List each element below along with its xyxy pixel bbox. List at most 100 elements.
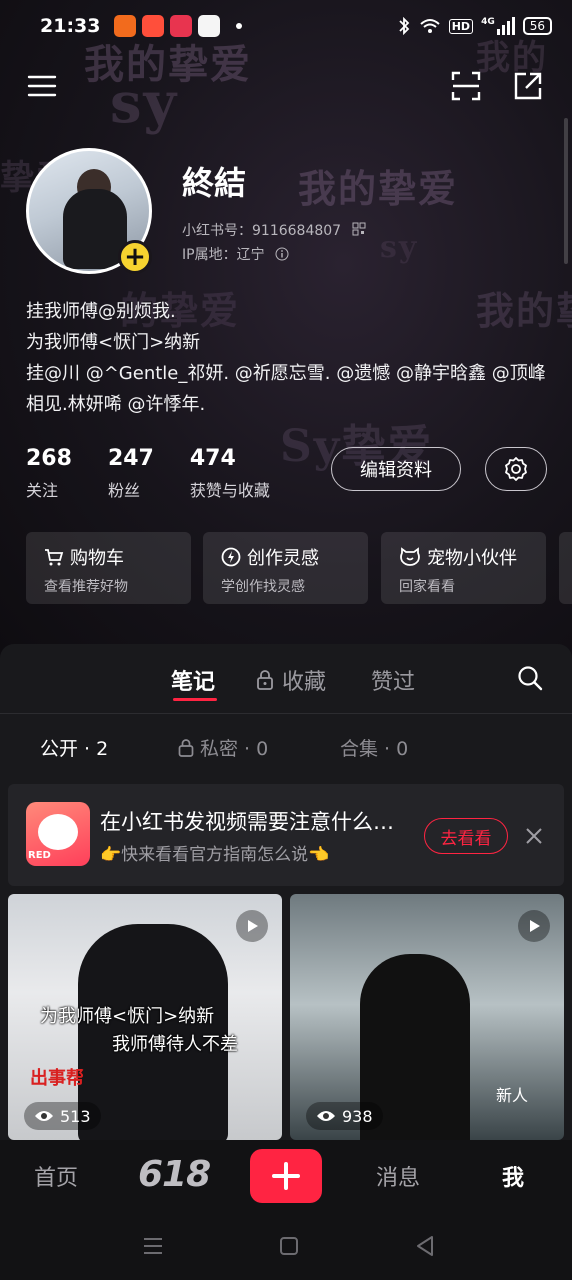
app-notification-icon [198, 15, 221, 37]
stat-likes-collects[interactable]: 474 获赞与收藏 [190, 446, 270, 501]
stat-label: 关注 [26, 481, 59, 500]
view-count: 513 [24, 1102, 101, 1130]
more-notifications-icon [236, 23, 243, 29]
tab-label: 收藏 [282, 670, 327, 695]
video-app-icon [170, 15, 193, 37]
nav-me[interactable]: 我 [502, 1160, 524, 1192]
create-post-button[interactable] [250, 1149, 322, 1203]
stat-label: 粉丝 [107, 481, 140, 500]
note-card[interactable]: 新人 938 [290, 894, 564, 1140]
system-nav-bar [0, 1212, 572, 1280]
lightning-icon [221, 547, 241, 567]
search-icon[interactable] [508, 656, 552, 700]
nav-messages[interactable]: 消息 [376, 1160, 420, 1192]
card-creative-inspiration[interactable]: 创作灵感 学创作找灵感 [203, 532, 368, 604]
ip-location-row: IP属地：辽宁 [182, 244, 289, 264]
post-caption: 新人 [496, 1086, 529, 1105]
stat-number: 474 [189, 446, 236, 471]
bio-line: 挂我师傅@别烦我. [26, 301, 176, 322]
card-title: 创作灵感 [247, 548, 319, 569]
bio-line: 挂@川 @^Gentle_祁妍. @祈愿忘雪. @遗憾 @静宇晗鑫 @顶峰相见.… [26, 363, 546, 415]
app-notification-icon [142, 15, 165, 37]
tab-collect[interactable]: 收藏 [256, 664, 326, 696]
hd-icon: HD [448, 18, 474, 34]
note-card[interactable]: 为我师傅<恹门>纳新 我师傅待人不差 出事帮 513 [8, 894, 282, 1140]
lock-icon [178, 739, 194, 757]
bio: 挂我师傅@别烦我. 为我师傅<恹门>纳新 挂@川 @^Gentle_祁妍. @祈… [26, 296, 556, 420]
nav-618-promo[interactable]: 618 [138, 1154, 211, 1195]
menu-icon[interactable] [20, 64, 64, 108]
add-story-icon[interactable]: + [118, 240, 152, 274]
gear-icon [505, 457, 527, 481]
edit-profile-button[interactable]: 编辑资料 [331, 447, 461, 491]
view-count: 938 [306, 1102, 383, 1130]
card-subtitle: 回家看看 [399, 579, 455, 595]
eye-icon [35, 1111, 53, 1121]
card-subtitle: 查看推荐好物 [44, 579, 128, 595]
guide-notice-banner[interactable]: RED 在小红书发视频需要注意什么… 👉快来看看官方指南怎么说👈 去看看 [8, 784, 564, 886]
username: 終結 [182, 164, 247, 202]
tab-notes[interactable]: 笔记 [171, 664, 215, 696]
user-id-row: 小红书号：9116684807 [182, 220, 366, 240]
post-caption: 我师傅待人不差 [112, 1034, 238, 1055]
back-icon[interactable] [403, 1224, 447, 1268]
status-bar: 21:33 HD 4G 56 [0, 0, 572, 52]
notice-thumbnail: RED [26, 802, 90, 866]
tab-liked[interactable]: 赞过 [371, 664, 415, 696]
background-watermark: 我的挚爱 [298, 166, 459, 211]
battery-icon: 56 [522, 17, 552, 35]
cart-icon [45, 549, 64, 566]
stats-row: 268 关注 247 粉丝 474 获赞与收藏 [26, 446, 306, 501]
scan-icon[interactable] [444, 64, 488, 108]
share-icon[interactable] [506, 64, 550, 108]
card-subtitle: 学创作找灵感 [221, 579, 305, 595]
post-caption: 为我师傅<恹门>纳新 [40, 1006, 215, 1027]
notice-thumb-label: RED [28, 850, 51, 861]
user-id: 小红书号：9116684807 [182, 223, 342, 239]
quick-cards: 购物车 查看推荐好物 创作灵感 学创作找灵感 宠物小伙伴 回家看看 [26, 532, 572, 606]
ip-location: IP属地：辽宁 [182, 247, 265, 263]
card-title: 宠物小伙伴 [427, 548, 517, 569]
content-panel: 笔记 收藏 赞过 公开 · 2 私密 · 0 合集 · 0 RED 在小红书发视… [0, 644, 572, 1144]
close-icon[interactable] [520, 822, 548, 850]
bluetooth-icon [399, 17, 409, 35]
visibility-filter: 公开 · 2 私密 · 0 合集 · 0 [0, 716, 572, 776]
app-notification-icon [114, 15, 137, 37]
pet-icon [400, 547, 420, 566]
stat-following[interactable]: 268 关注 [26, 446, 72, 501]
lock-icon [257, 670, 273, 690]
recent-apps-icon[interactable] [131, 1224, 175, 1268]
bottom-nav: 首页 618 消息 我 [0, 1140, 572, 1212]
filter-public[interactable]: 公开 · 2 [40, 734, 108, 761]
background-watermark: sy [380, 230, 419, 265]
qr-code-icon[interactable] [352, 222, 366, 236]
plus-icon [272, 1162, 300, 1190]
home-icon[interactable] [267, 1224, 311, 1268]
stat-label: 获赞与收藏 [189, 481, 270, 500]
settings-button[interactable] [485, 447, 547, 491]
card-pet-buddy[interactable]: 宠物小伙伴 回家看看 [381, 532, 546, 604]
stat-number: 247 [107, 446, 154, 471]
card-shopping-cart[interactable]: 购物车 查看推荐好物 [26, 532, 191, 604]
notice-subtitle: 👉快来看看官方指南怎么说👈 [100, 845, 330, 865]
stat-followers[interactable]: 247 粉丝 [108, 446, 154, 501]
nav-home[interactable]: 首页 [34, 1160, 78, 1192]
card-title: 购物车 [70, 548, 124, 569]
card-more[interactable] [559, 532, 572, 604]
post-sticker-text: 出事帮 [30, 1068, 84, 1089]
video-play-icon [518, 910, 550, 942]
view-count-value: 513 [60, 1106, 91, 1126]
wifi-icon [420, 19, 440, 33]
info-icon[interactable] [275, 247, 289, 261]
notice-title: 在小红书发视频需要注意什么… [100, 810, 394, 834]
go-see-button[interactable]: 去看看 [424, 818, 508, 854]
scrollbar[interactable] [564, 118, 568, 264]
bio-line: 为我师傅<恹门>纳新 [26, 332, 201, 353]
signal-icon: 4G [481, 17, 515, 35]
active-tab-indicator [173, 698, 217, 701]
filter-collection[interactable]: 合集 · 0 [340, 734, 408, 761]
view-count-value: 938 [342, 1106, 373, 1126]
filter-private[interactable]: 私密 · 0 [178, 734, 268, 761]
status-time: 21:33 [40, 15, 101, 37]
eye-icon [317, 1111, 335, 1121]
